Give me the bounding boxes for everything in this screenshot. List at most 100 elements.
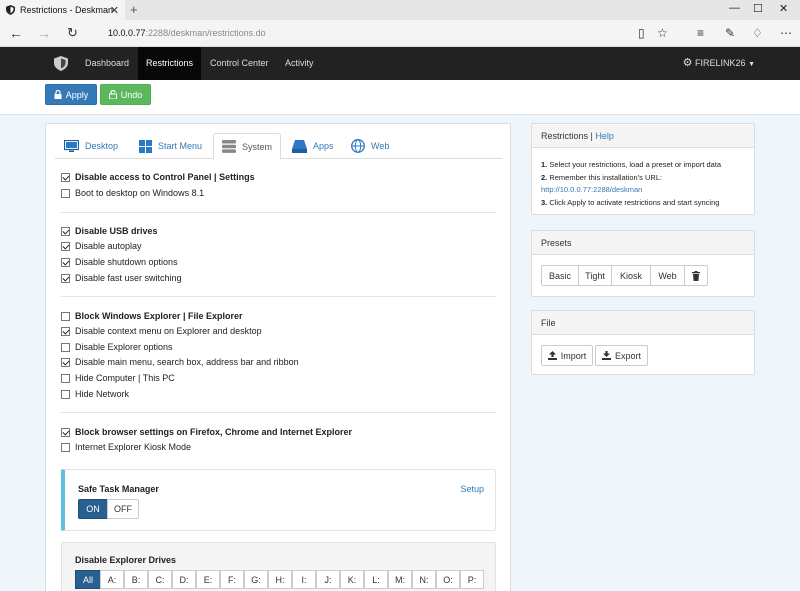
nav-restrictions[interactable]: Restrictions — [138, 47, 202, 80]
drive-button[interactable]: E: — [196, 570, 220, 589]
plus-icon[interactable]: + — [130, 2, 138, 17]
checkbox[interactable] — [61, 257, 70, 267]
preset-basic-button[interactable]: Basic — [541, 265, 579, 286]
drive-all-button[interactable]: All — [75, 570, 101, 589]
monitor-icon — [64, 139, 79, 152]
option-disable-fast-user-switching[interactable]: Disable fast user switching — [61, 273, 182, 283]
step-1: 1. Select your restrictions, load a pres… — [541, 159, 745, 172]
checkbox[interactable] — [61, 357, 70, 367]
option-disable-control-panel[interactable]: Disable access to Control Panel | Settin… — [61, 172, 255, 182]
panel-header: Presets — [532, 231, 754, 255]
checkbox[interactable] — [61, 442, 70, 452]
upload-icon — [547, 351, 557, 360]
tab-apps[interactable]: Apps — [292, 133, 334, 159]
checkbox[interactable] — [61, 389, 70, 399]
shield-logo-icon[interactable] — [54, 56, 68, 71]
option-block-explorer[interactable]: Block Windows Explorer | File Explorer — [61, 311, 242, 321]
close-window-icon[interactable]: ✕ — [779, 2, 788, 15]
section-divider — [61, 412, 496, 413]
forward-arrow-icon[interactable]: → — [37, 25, 51, 41]
checkbox[interactable] — [61, 172, 70, 182]
option-disable-usb[interactable]: Disable USB drives — [61, 226, 158, 236]
option-hide-computer[interactable]: Hide Computer | This PC — [61, 373, 175, 383]
checkbox[interactable] — [61, 241, 70, 251]
tab-start-menu[interactable]: Start Menu — [139, 133, 202, 159]
tab-desktop[interactable]: Desktop — [64, 133, 118, 159]
import-button[interactable]: Import — [541, 345, 593, 366]
star-icon[interactable]: ☆ — [657, 26, 668, 40]
tab-system[interactable]: System — [213, 133, 281, 160]
drive-button[interactable]: L: — [364, 570, 388, 589]
trash-icon[interactable] — [684, 265, 708, 286]
windows-logo-icon — [139, 139, 152, 153]
installation-url-link[interactable]: http://10.0.0.77:2288/deskman — [541, 184, 745, 197]
url-field[interactable]: 10.0.0.77:2288/deskman/restrictions.do — [108, 28, 266, 38]
preset-web-button[interactable]: Web — [650, 265, 685, 286]
option-block-browser-settings[interactable]: Block browser settings on Firefox, Chrom… — [61, 427, 352, 437]
drive-button[interactable]: I: — [292, 570, 316, 589]
option-hide-network[interactable]: Hide Network — [61, 389, 129, 399]
nav-dashboard[interactable]: Dashboard — [77, 47, 137, 80]
user-menu[interactable]: ⚙ FIRELINK26 ▼ — [683, 47, 755, 80]
minimize-icon[interactable]: — — [729, 2, 740, 14]
browser-tab[interactable]: Restrictions - Deskman ✕ — [0, 0, 125, 20]
checkbox[interactable] — [61, 342, 70, 352]
export-button[interactable]: Export — [595, 345, 648, 366]
checkbox[interactable] — [61, 326, 70, 336]
drive-button[interactable]: G: — [244, 570, 268, 589]
checkbox[interactable] — [61, 311, 70, 321]
option-label: Disable USB drives — [75, 226, 158, 236]
refresh-icon[interactable]: ↻ — [67, 25, 78, 41]
back-arrow-icon[interactable]: ← — [9, 25, 23, 41]
drive-button[interactable]: M: — [388, 570, 412, 589]
share-icon[interactable]: ♢ — [752, 26, 763, 40]
maximize-icon[interactable]: ☐ — [753, 2, 763, 15]
option-boot-to-desktop[interactable]: Boot to desktop on Windows 8.1 — [61, 188, 204, 198]
drive-button[interactable]: F: — [220, 570, 244, 589]
nav-activity[interactable]: Activity — [277, 47, 322, 80]
option-ie-kiosk-mode[interactable]: Internet Explorer Kiosk Mode — [61, 442, 191, 452]
drive-button[interactable]: J: — [316, 570, 340, 589]
section-divider — [61, 296, 496, 297]
hard-drive-icon — [292, 139, 307, 153]
note-icon[interactable]: ✎ — [725, 26, 735, 40]
preset-kiosk-button[interactable]: Kiosk — [611, 265, 651, 286]
reading-view-icon[interactable]: ▯ — [638, 26, 645, 40]
checkbox[interactable] — [61, 427, 70, 437]
close-icon[interactable]: ✕ — [110, 4, 119, 17]
toggle-on-button[interactable]: ON — [78, 499, 108, 519]
option-label: Disable fast user switching — [75, 273, 182, 283]
drive-button[interactable]: K: — [340, 570, 364, 589]
option-disable-shutdown[interactable]: Disable shutdown options — [61, 257, 178, 267]
undo-button[interactable]: Undo — [100, 84, 151, 105]
option-disable-explorer-options[interactable]: Disable Explorer options — [61, 342, 173, 352]
drive-button[interactable]: P: — [460, 570, 484, 589]
more-icon[interactable]: ⋯ — [780, 26, 792, 40]
step-text: Click Apply to activate restrictions and… — [547, 197, 720, 207]
help-link[interactable]: Help — [595, 131, 614, 141]
apply-button[interactable]: Apply — [45, 84, 97, 105]
drive-button[interactable]: O: — [436, 570, 460, 589]
drive-button[interactable]: A: — [100, 570, 124, 589]
drive-button[interactable]: N: — [412, 570, 436, 589]
tab-web[interactable]: Web — [351, 133, 389, 159]
checkbox[interactable] — [61, 188, 70, 198]
restrictions-help-panel: Restrictions | Help 1. Select your restr… — [531, 123, 755, 215]
drive-button[interactable]: H: — [268, 570, 292, 589]
drive-button[interactable]: D: — [172, 570, 196, 589]
option-disable-main-menu[interactable]: Disable main menu, search box, address b… — [61, 357, 299, 367]
checkbox[interactable] — [61, 226, 70, 236]
preset-tight-button[interactable]: Tight — [578, 265, 612, 286]
hub-icon[interactable]: ≡ — [697, 26, 704, 40]
nav-control-center[interactable]: Control Center — [202, 47, 277, 80]
option-disable-context-menu[interactable]: Disable context menu on Explorer and des… — [61, 326, 262, 336]
checkbox[interactable] — [61, 373, 70, 383]
action-bar: Apply Undo — [0, 80, 800, 115]
checkbox[interactable] — [61, 273, 70, 283]
toggle-off-button[interactable]: OFF — [107, 499, 139, 519]
option-disable-autoplay[interactable]: Disable autoplay — [61, 241, 142, 251]
gear-icon: ⚙ — [682, 57, 693, 69]
drive-button[interactable]: B: — [124, 570, 148, 589]
setup-link[interactable]: Setup — [460, 484, 484, 494]
drive-button[interactable]: C: — [148, 570, 172, 589]
